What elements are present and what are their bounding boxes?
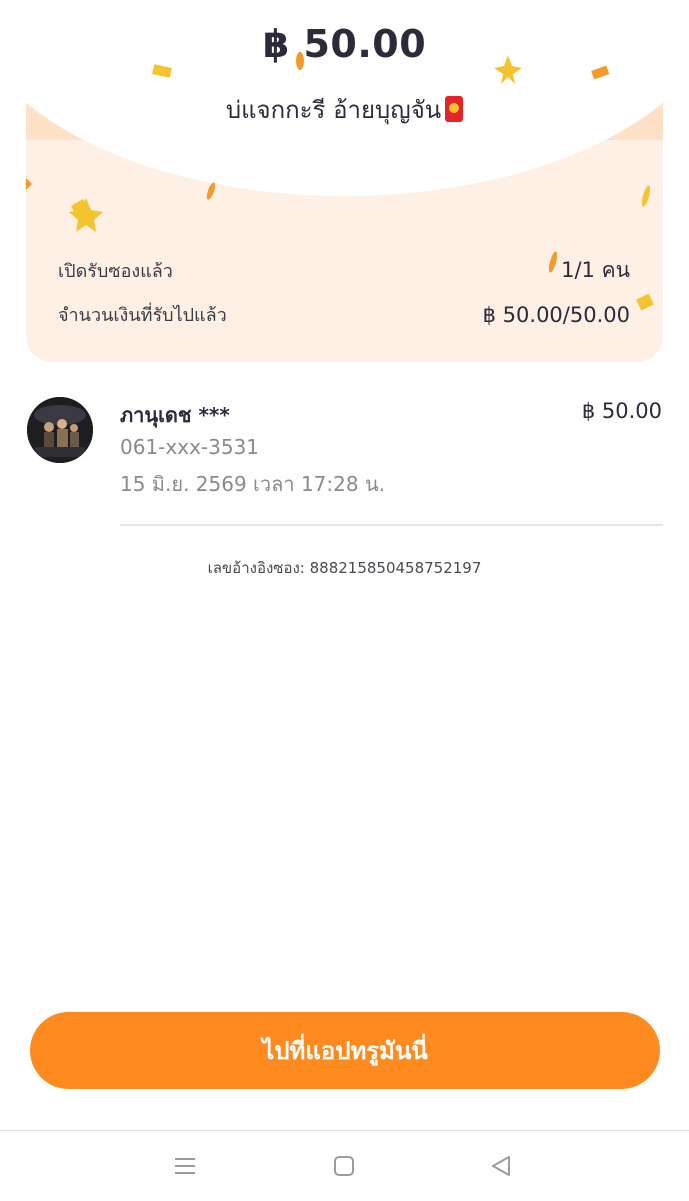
envelope-reference-number: เลขอ้างอิงซอง: 888215850458752197 xyxy=(207,559,482,577)
home-square-icon[interactable] xyxy=(327,1151,361,1181)
avatar-photo xyxy=(27,397,93,463)
go-to-truemoney-app-button[interactable]: ไปที่แอปทรูมันนี่ xyxy=(30,1012,660,1089)
system-navigation-bar xyxy=(0,1130,689,1201)
received-amount-row: จำนวนเงินที่รับไปแล้ว ฿ 50.00/50.00 xyxy=(58,300,630,329)
opened-count-value: 1/1 คน xyxy=(561,258,630,282)
divider xyxy=(120,524,663,526)
recipient-amount: ฿ 50.00 xyxy=(581,399,662,423)
received-amount-label: จำนวนเงินที่รับไปแล้ว xyxy=(58,305,227,326)
red-envelope-summary-card: ฿ 50.00 บ่แจกกะรี อ้ายบุญจัน เปิดรับซองแ… xyxy=(26,0,663,362)
back-triangle-icon[interactable] xyxy=(484,1151,518,1181)
opened-count-row: เปิดรับซองแล้ว 1/1 คน xyxy=(58,254,630,287)
recipient-phone: 061-xxx-3531 xyxy=(120,435,260,459)
avatar xyxy=(27,397,93,463)
received-amount-value: ฿ 50.00/50.00 xyxy=(482,302,630,327)
opened-count-label: เปิดรับซองแล้ว xyxy=(58,261,173,282)
recipient-name: ภานุเดช *** xyxy=(120,403,230,427)
recipient-timestamp: 15 มิ.ย. 2569 เวลา 17:28 น. xyxy=(120,472,385,496)
menu-icon[interactable] xyxy=(168,1151,202,1181)
